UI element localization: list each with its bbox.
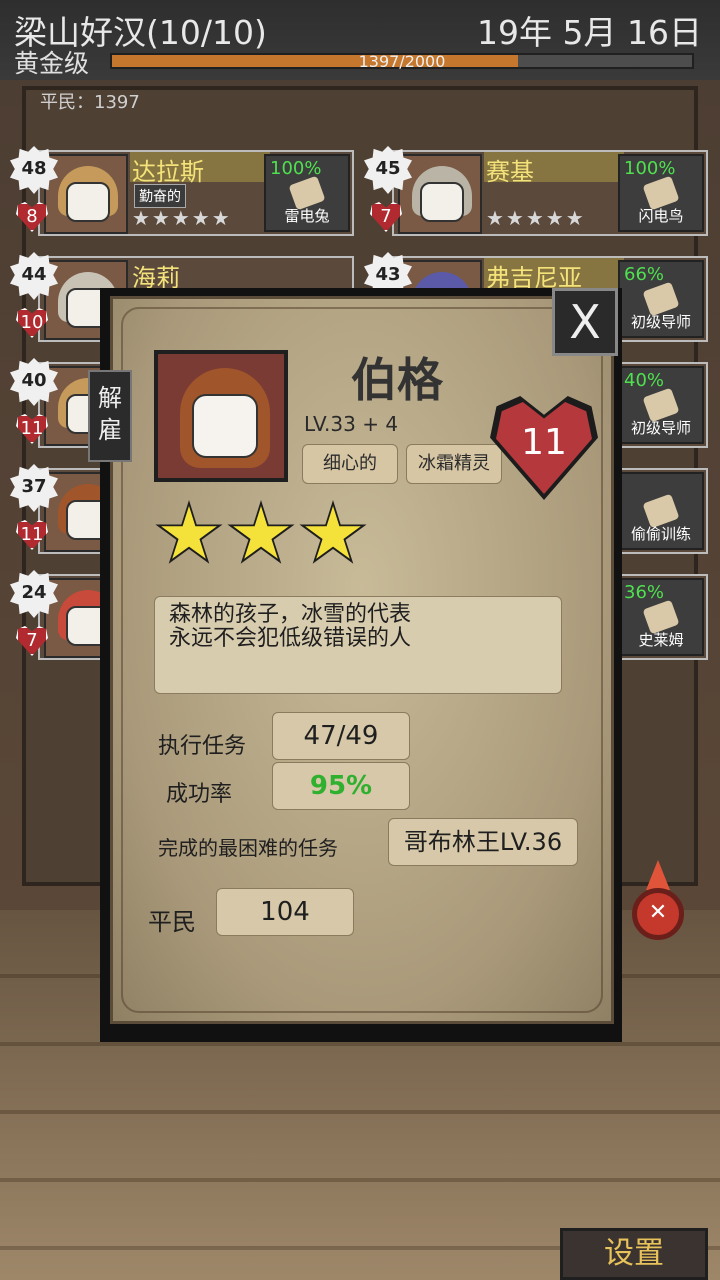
missions-label: 执行任务 — [158, 734, 247, 759]
hp-badge: 11 — [12, 410, 52, 450]
hp-badge: 8 — [12, 198, 52, 238]
trait-tag-1: 细心的 — [302, 444, 398, 484]
quest-name: 闪电鸟 — [638, 207, 684, 225]
hp-badge: 7 — [12, 622, 52, 662]
hp-badge: 7 — [366, 198, 406, 238]
hardest-quest-value: 哥布林王LV.36 — [388, 818, 578, 866]
hero-card-portrait — [44, 154, 128, 234]
quest-slot: 100% 闪电鸟 — [618, 154, 704, 232]
hero-card-stars: ★★★★★ — [132, 206, 232, 230]
hero-card-portrait — [398, 154, 482, 234]
face-shape — [420, 182, 464, 222]
guild-rank: 黄金级 — [14, 49, 90, 78]
quest-slot: 40% 初级导师 — [618, 366, 704, 444]
quest-slot: 100% 雷电兔 — [264, 154, 350, 232]
quest-percent: 36% — [624, 582, 665, 603]
level-text: 37 — [21, 476, 47, 497]
cancel-quest-icon[interactable]: ✕ — [626, 860, 690, 950]
fire-hero-button[interactable]: 解雇 — [88, 370, 132, 462]
level-text: 40 — [21, 370, 47, 391]
hp-text: 8 — [26, 206, 38, 227]
hp-text: 11 — [20, 418, 44, 439]
hero-description-box: 森林的孩子，冰雪的代表 永远不会犯低级错误的人 — [154, 596, 562, 694]
hp-badge: 11 — [12, 516, 52, 556]
hero-card[interactable]: 达拉斯 勤奋的 ★★★★★ 100% 雷电兔 48 8 — [10, 146, 354, 238]
hardest-quest-label: 完成的最困难的任务 — [158, 836, 338, 860]
game-date: 19年 5月 16日 — [477, 13, 702, 52]
missions-value: 47/49 — [272, 712, 410, 760]
level-text: 45 — [375, 158, 401, 179]
hero-description: 森林的孩子，冰雪的代表 永远不会犯低级错误的人 — [169, 602, 412, 651]
commoner-value: 104 — [216, 888, 354, 936]
top-bar: 梁山好汉(10/10) 黄金级 19年 5月 16日 1397/2000 — [0, 0, 720, 80]
hp-text: 10 — [20, 312, 44, 333]
quest-name: 史莱姆 — [638, 631, 684, 649]
hero-name: 伯格 — [351, 353, 443, 407]
level-text: 44 — [21, 264, 47, 285]
x-mark: ✕ — [648, 900, 668, 925]
quest-slot: 36% 史莱姆 — [618, 578, 704, 656]
success-rate-value: 95% — [272, 762, 410, 810]
quest-name: 初级导师 — [630, 419, 691, 437]
hp-text: 11 — [20, 524, 44, 545]
trait-tag-2: 冰霜精灵 — [406, 444, 502, 484]
level-text: 43 — [375, 264, 401, 285]
xp-text: 1397/2000 — [358, 52, 446, 71]
hp-text: 7 — [26, 630, 38, 651]
commoners-count: 平民：1397 — [40, 92, 140, 113]
hero-portrait — [154, 350, 288, 482]
quest-name: 偷偷训练 — [630, 525, 691, 543]
hp-text: 7 — [380, 206, 392, 227]
close-button[interactable]: X — [552, 288, 618, 356]
hero-hp: 11 — [521, 422, 567, 463]
quest-percent: 100% — [270, 158, 322, 179]
level-text: 48 — [21, 158, 47, 179]
hero-level: LV.33 + 4 — [304, 412, 399, 436]
hero-card[interactable]: 赛基 ★★★★★ 100% 闪电鸟 45 7 — [364, 146, 708, 238]
spike-shape — [646, 860, 670, 890]
quest-slot: 偷偷训练 — [618, 472, 704, 550]
quest-name: 初级导师 — [630, 313, 691, 331]
level-text: 24 — [21, 582, 47, 603]
quest-slot: 66% 初级导师 — [618, 260, 704, 338]
quest-percent: 66% — [624, 264, 665, 285]
hero-card-name: 达拉斯 — [132, 158, 204, 186]
commoner-label: 平民 — [148, 908, 196, 936]
hero-card-stars: ★★★★★ — [486, 206, 586, 230]
hero-face — [192, 394, 258, 458]
settings-button[interactable]: 设置 — [560, 1228, 708, 1280]
hero-card-name: 赛基 — [486, 158, 534, 186]
hero-card-trait: 勤奋的 — [134, 184, 186, 208]
success-rate-label: 成功率 — [166, 782, 233, 807]
quest-percent: 40% — [624, 370, 665, 391]
hp-badge: 10 — [12, 304, 52, 344]
quest-name: 雷电兔 — [284, 207, 330, 225]
face-shape — [66, 182, 110, 222]
xp-bar: 1397/2000 — [110, 52, 694, 71]
quest-percent: 100% — [624, 158, 676, 179]
